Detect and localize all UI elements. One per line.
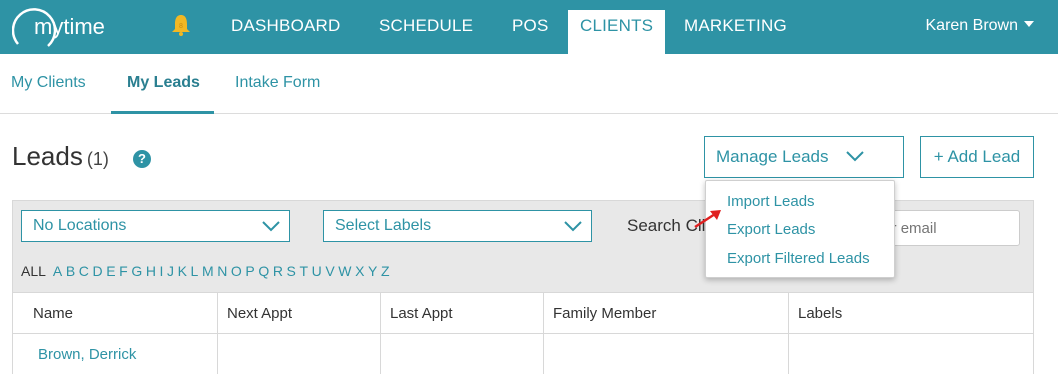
labels-select[interactable]: Select Labels bbox=[323, 210, 592, 242]
nav-dashboard[interactable]: DASHBOARD bbox=[231, 0, 341, 54]
column-header-name[interactable]: Name bbox=[23, 293, 73, 334]
tab-my-clients[interactable]: My Clients bbox=[11, 74, 86, 92]
column-header-last-appt[interactable]: Last Appt bbox=[380, 293, 453, 334]
red-arrow-icon bbox=[694, 210, 721, 229]
column-header-labels[interactable]: Labels bbox=[788, 293, 842, 334]
alpha-letter[interactable]: R bbox=[273, 263, 283, 279]
alpha-letter[interactable]: C bbox=[79, 263, 89, 279]
alpha-letter[interactable]: F bbox=[119, 263, 128, 279]
alpha-letter[interactable]: A bbox=[53, 263, 62, 279]
alpha-all[interactable]: ALL bbox=[21, 263, 46, 279]
lead-count: (1) bbox=[86, 149, 109, 169]
alpha-letter[interactable]: L bbox=[191, 263, 199, 279]
alpha-letter[interactable]: E bbox=[106, 263, 115, 279]
manage-leads-menu: Import Leads Export Leads Export Filtere… bbox=[705, 180, 895, 278]
alpha-letter[interactable]: Z bbox=[381, 263, 390, 279]
nav-pos[interactable]: POS bbox=[512, 0, 549, 54]
leads-table: Name Next Appt Last Appt Family Member L… bbox=[12, 293, 1034, 374]
nav-schedule[interactable]: SCHEDULE bbox=[379, 0, 473, 54]
column-divider bbox=[543, 293, 544, 374]
nav-clients[interactable]: CLIENTS bbox=[568, 10, 666, 54]
user-name: Karen Brown bbox=[925, 17, 1019, 34]
alpha-letter[interactable]: H bbox=[146, 263, 156, 279]
alpha-letter[interactable]: Q bbox=[258, 263, 269, 279]
alpha-letter[interactable]: K bbox=[178, 263, 187, 279]
alpha-letter[interactable]: J bbox=[167, 263, 174, 279]
menu-item-import-leads[interactable]: Import Leads bbox=[727, 193, 815, 210]
alpha-letter[interactable]: M bbox=[202, 263, 214, 279]
active-tab-indicator bbox=[111, 111, 214, 114]
chevron-down-icon bbox=[262, 221, 280, 232]
menu-item-export-leads[interactable]: Export Leads bbox=[727, 221, 815, 238]
top-navbar: mytime 8 DASHBOARD SCHEDULE POS CLIENTS … bbox=[0, 0, 1058, 54]
alpha-letter[interactable]: P bbox=[245, 263, 254, 279]
column-header-next-appt[interactable]: Next Appt bbox=[217, 293, 292, 334]
chevron-down-icon bbox=[846, 151, 864, 162]
alpha-letter[interactable]: D bbox=[93, 263, 103, 279]
alpha-letter[interactable]: U bbox=[312, 263, 322, 279]
tab-intake-form[interactable]: Intake Form bbox=[235, 74, 320, 92]
help-icon[interactable]: ? bbox=[133, 150, 151, 168]
alpha-letter[interactable]: O bbox=[231, 263, 242, 279]
nav-marketing[interactable]: MARKETING bbox=[684, 0, 787, 54]
alpha-letter[interactable]: N bbox=[217, 263, 227, 279]
logo-text: mytime bbox=[34, 14, 105, 39]
alpha-letter[interactable]: V bbox=[325, 263, 334, 279]
column-divider bbox=[217, 293, 218, 374]
alpha-letter[interactable]: B bbox=[66, 263, 75, 279]
alpha-letter[interactable]: G bbox=[131, 263, 142, 279]
alpha-letter[interactable]: X bbox=[355, 263, 364, 279]
column-header-family-member[interactable]: Family Member bbox=[543, 293, 656, 334]
add-lead-button[interactable]: + Add Lead bbox=[920, 136, 1034, 178]
alphabet-filter: ALL A B C D E F G H I J K L M N O P Q R S T U V W X Y Z bbox=[21, 263, 393, 279]
notification-bell-icon[interactable]: 8 bbox=[171, 14, 191, 36]
manage-leads-label: Manage Leads bbox=[716, 147, 829, 166]
chevron-down-icon bbox=[564, 221, 582, 232]
table-header-row bbox=[13, 293, 1033, 334]
alpha-letter[interactable]: Y bbox=[368, 263, 377, 279]
labels-select-value: Select Labels bbox=[335, 217, 432, 234]
alpha-letter[interactable]: I bbox=[160, 263, 164, 279]
column-divider bbox=[380, 293, 381, 374]
alpha-letter[interactable]: S bbox=[287, 263, 296, 279]
alpha-letter[interactable]: T bbox=[299, 263, 308, 279]
caret-down-icon bbox=[1024, 21, 1034, 27]
page-title: Leads (1) bbox=[12, 141, 109, 171]
locations-select-value: No Locations bbox=[33, 217, 127, 234]
locations-select[interactable]: No Locations bbox=[21, 210, 290, 242]
tab-my-leads[interactable]: My Leads bbox=[127, 74, 200, 92]
column-divider bbox=[788, 293, 789, 374]
mytime-logo[interactable]: mytime bbox=[12, 4, 124, 50]
alpha-letter[interactable]: W bbox=[338, 263, 351, 279]
user-menu[interactable]: Karen Brown bbox=[925, 0, 1034, 52]
lead-name-link[interactable]: Brown, Derrick bbox=[38, 346, 136, 363]
sub-navbar: My Clients My Leads Intake Form bbox=[0, 54, 1058, 114]
svg-text:8: 8 bbox=[179, 23, 183, 30]
manage-leads-button[interactable]: Manage Leads bbox=[704, 136, 904, 178]
menu-item-export-filtered-leads[interactable]: Export Filtered Leads bbox=[727, 250, 870, 267]
